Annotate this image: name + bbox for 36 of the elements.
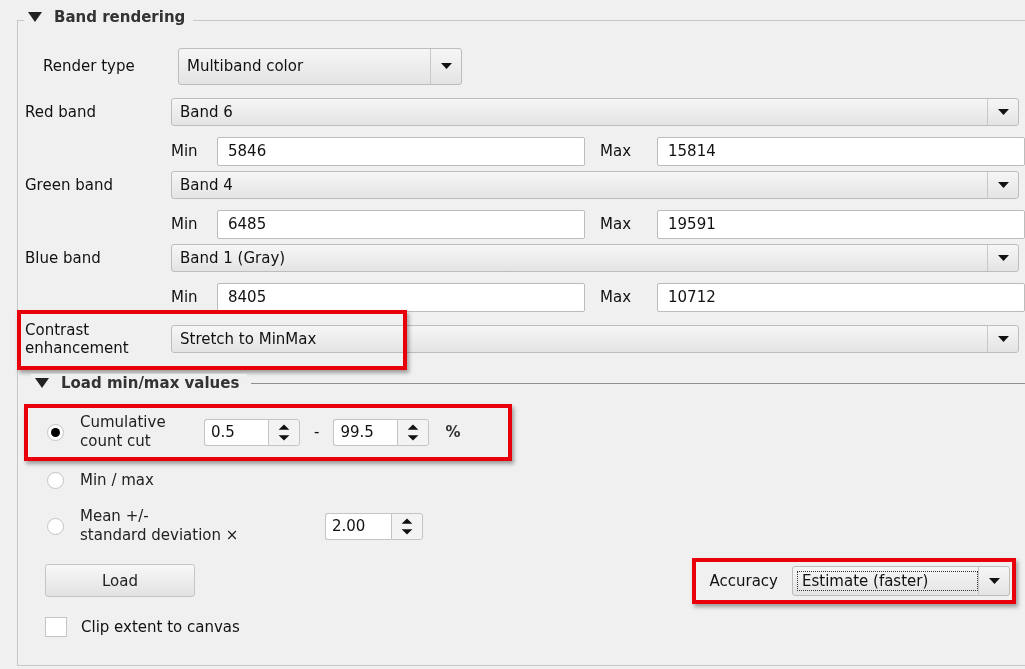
input-field[interactable]: 10712 <box>657 282 1025 312</box>
dropdown[interactable]: Band 4 <box>171 171 1019 199</box>
field-label: Red band <box>25 103 97 121</box>
option-label: Min / max <box>80 470 154 490</box>
separator-text: - <box>314 423 320 441</box>
input-field[interactable]: 8405 <box>217 282 585 312</box>
field-label: Min <box>171 142 199 160</box>
input-field[interactable]: 6485 <box>217 209 585 239</box>
spin-box-field[interactable]: 0.5 <box>204 418 268 446</box>
dropdown[interactable]: Estimate (faster) <box>792 565 1010 596</box>
spin-box-field[interactable]: 99.5 <box>333 418 398 446</box>
spin-box-field[interactable]: 2.00 <box>325 512 391 540</box>
field-label: Blue band <box>25 249 102 267</box>
field-label: Max <box>600 215 632 233</box>
dropdown[interactable]: Band 1 (Gray) <box>171 244 1019 272</box>
field-label: Green band <box>25 176 114 194</box>
field-label: Min <box>171 215 199 233</box>
section-title: Load min/max values <box>61 374 240 392</box>
unit-label: % <box>445 423 461 441</box>
option-label: Cumulative count cut <box>80 413 167 451</box>
checkbox-label: Clip extent to canvas <box>81 618 240 636</box>
dropdown[interactable]: Band 6 <box>171 98 1019 126</box>
dropdown[interactable]: Multiband color <box>178 47 462 85</box>
field-label: Accuracy <box>709 571 778 590</box>
load-button[interactable]: Load <box>45 564 195 597</box>
input-field[interactable]: 19591 <box>657 209 1025 239</box>
input-field[interactable]: 5846 <box>217 136 585 166</box>
dropdown[interactable]: Stretch to MinMax <box>171 325 1019 353</box>
field-label: Contrast enhancement <box>25 321 130 357</box>
field-label: Max <box>600 142 632 160</box>
field-label: Render type <box>42 57 136 75</box>
option-label: Mean +/- standard deviation × <box>80 507 240 545</box>
section-title: Band rendering <box>54 8 186 26</box>
field-label: Max <box>600 288 632 306</box>
input-field[interactable]: 15814 <box>657 136 1025 166</box>
field-label: Min <box>171 288 199 306</box>
